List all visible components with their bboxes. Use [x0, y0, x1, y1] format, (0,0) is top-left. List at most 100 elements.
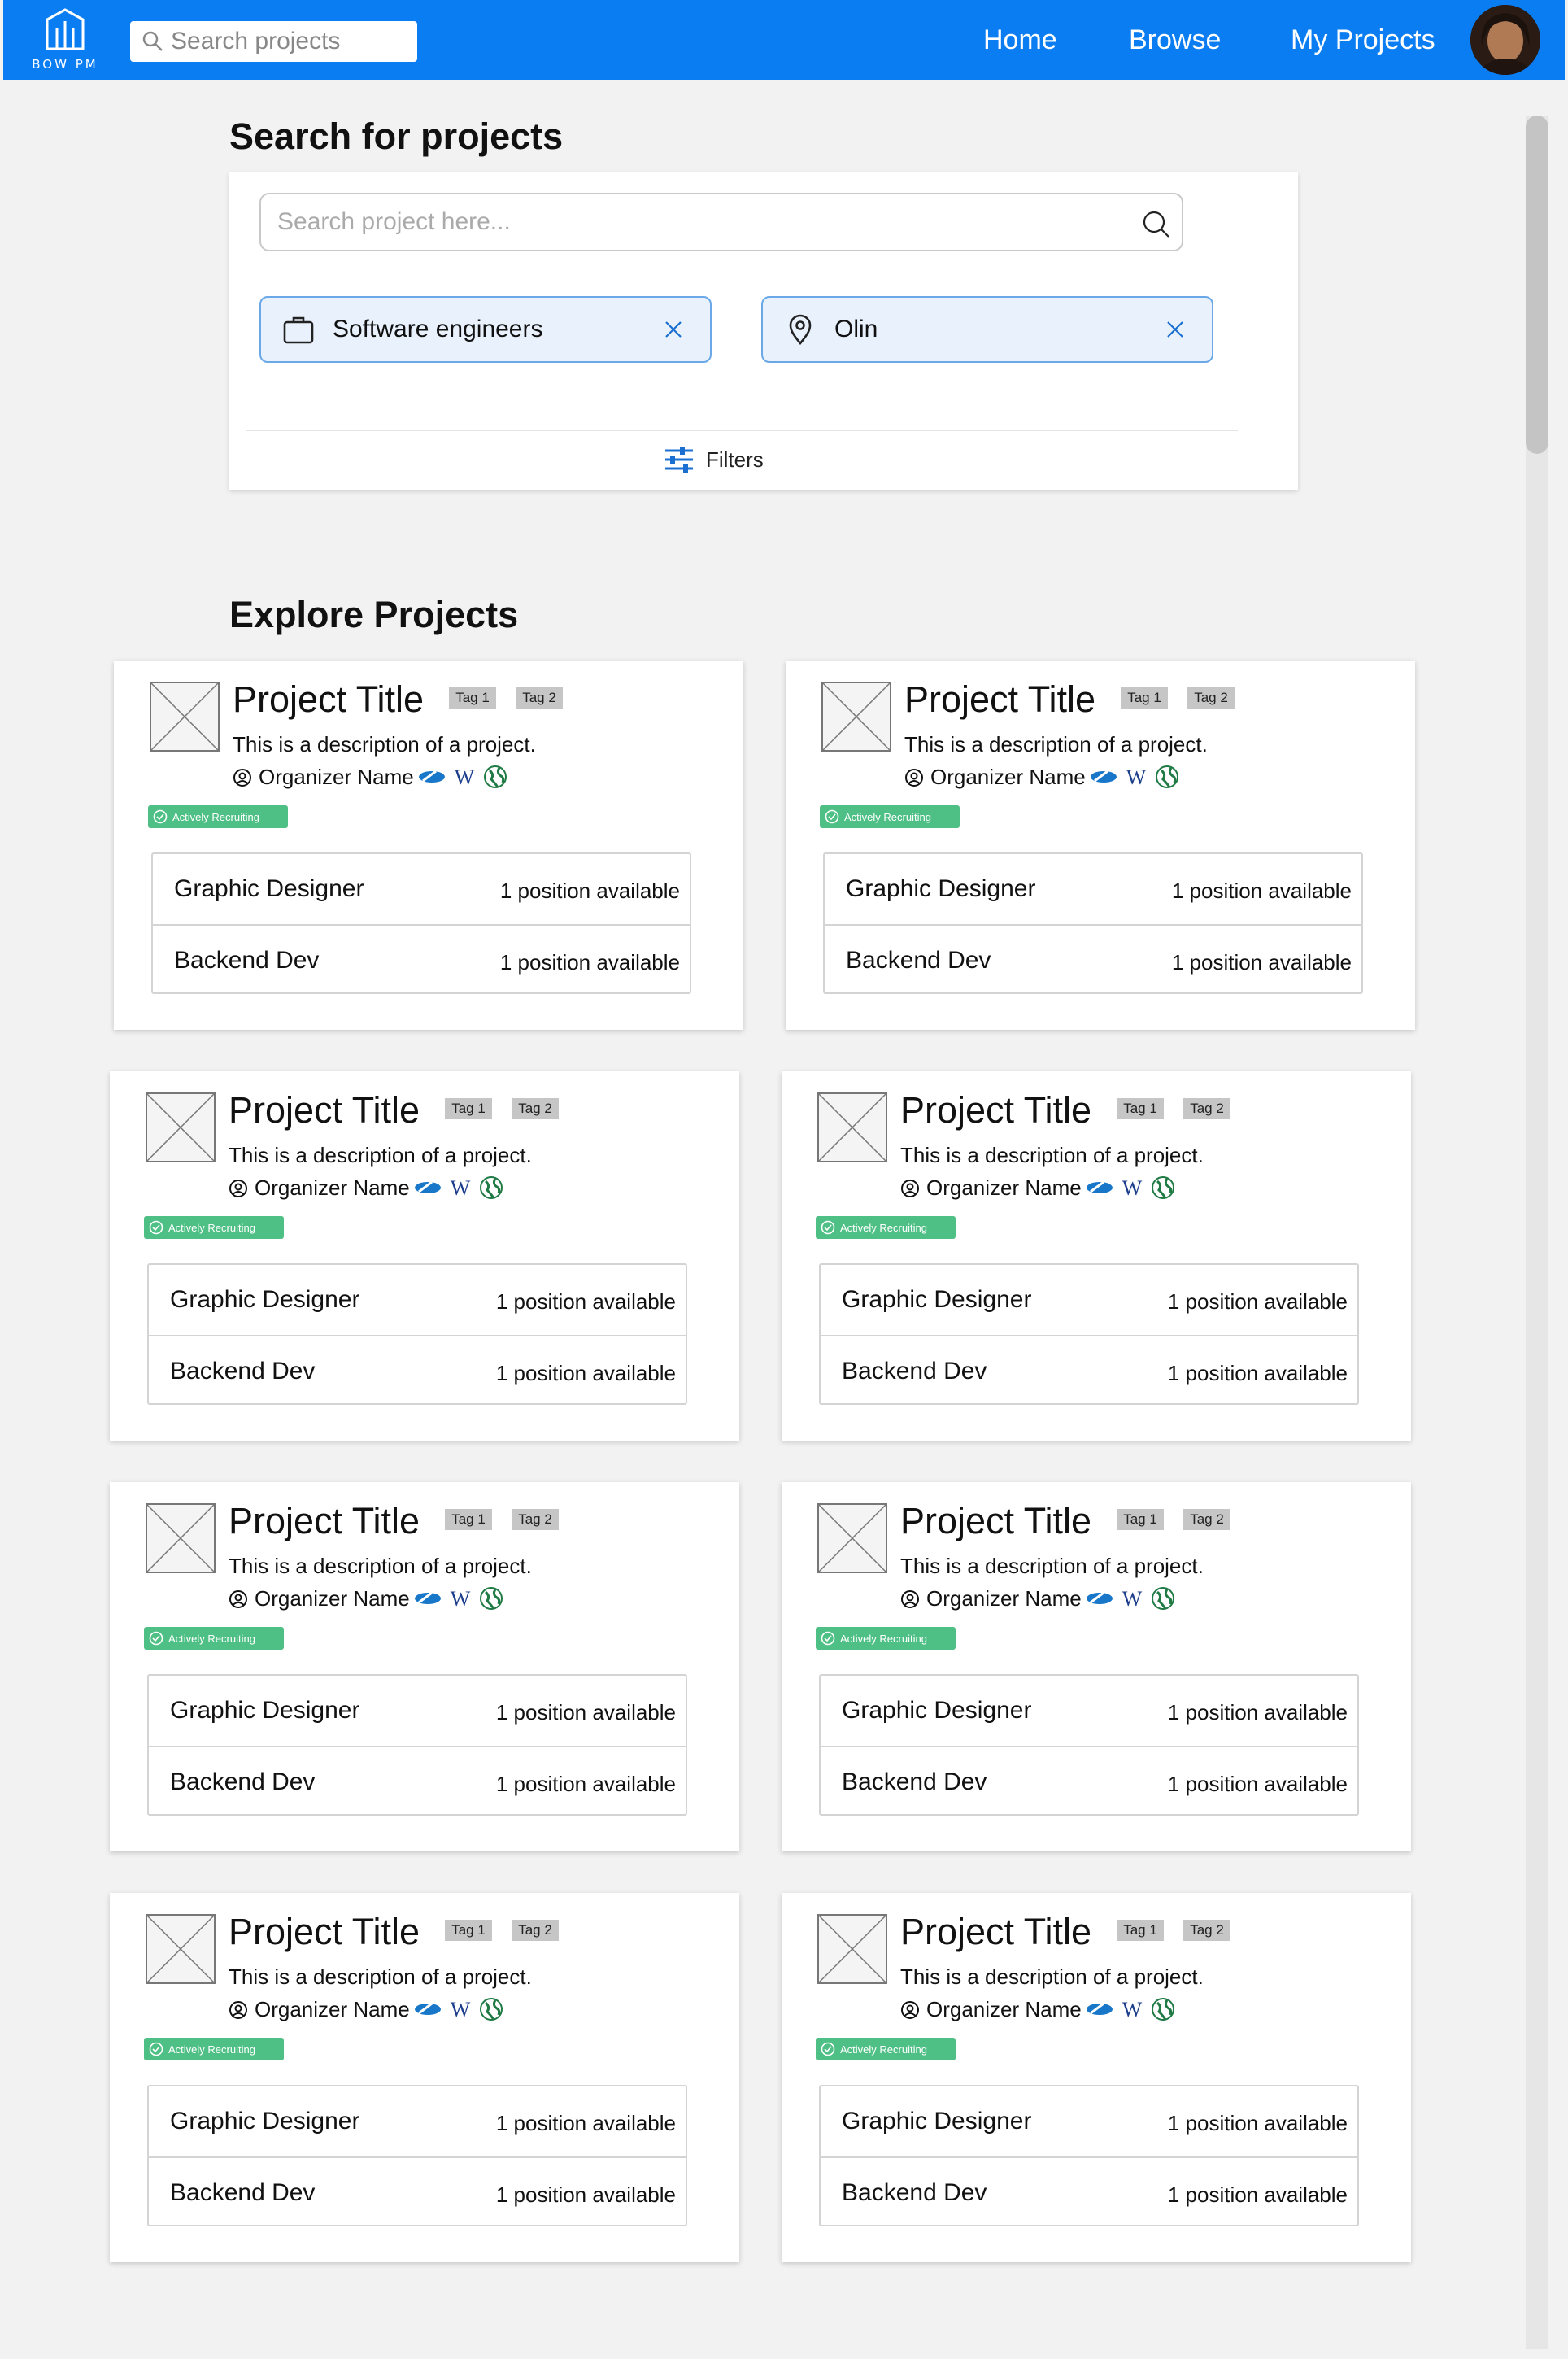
link-icon[interactable]: [1086, 1997, 1113, 2021]
project-title[interactable]: Project Title: [229, 1500, 420, 1542]
wikipedia-icon[interactable]: W: [1118, 1175, 1146, 1200]
organizer[interactable]: Organizer Name: [229, 1997, 410, 2022]
organizer[interactable]: Organizer Name: [900, 1586, 1082, 1611]
project-card[interactable]: Project Title Tag 1 Tag 2 This is a desc…: [110, 1071, 739, 1441]
project-search-input[interactable]: Search project here...: [259, 193, 1183, 251]
link-icon[interactable]: [1090, 765, 1117, 789]
close-icon[interactable]: [663, 319, 684, 340]
image-placeholder-icon: [818, 1915, 886, 1983]
position-row[interactable]: Backend Dev 1 position available: [149, 1746, 686, 1816]
position-availability: 1 position available: [1167, 1361, 1348, 1385]
project-title[interactable]: Project Title: [904, 678, 1095, 721]
tag[interactable]: Tag 1: [1117, 1509, 1164, 1530]
project-card[interactable]: Project Title Tag 1 Tag 2 This is a desc…: [782, 1893, 1411, 2262]
organizer[interactable]: Organizer Name: [900, 1997, 1082, 2022]
link-icon[interactable]: [1086, 1586, 1113, 1611]
avatar[interactable]: [1470, 5, 1540, 75]
link-icon[interactable]: [1086, 1175, 1113, 1200]
position-row[interactable]: Backend Dev 1 position available: [821, 1746, 1357, 1816]
tag[interactable]: Tag 2: [1183, 1920, 1230, 1941]
tag[interactable]: Tag 1: [1117, 1098, 1164, 1119]
wikipedia-icon[interactable]: W: [446, 1997, 474, 2021]
organizer[interactable]: Organizer Name: [229, 1586, 410, 1611]
tag[interactable]: Tag 2: [512, 1920, 559, 1941]
tag[interactable]: Tag 2: [1187, 687, 1235, 709]
top-search-input[interactable]: Search projects: [130, 21, 417, 62]
position-row[interactable]: Graphic Designer 1 position available: [153, 854, 690, 924]
tag[interactable]: Tag 1: [445, 1098, 492, 1119]
positions-list: Graphic Designer 1 position available Ba…: [819, 1674, 1359, 1816]
nav-my-projects[interactable]: My Projects: [1291, 24, 1435, 56]
organizer[interactable]: Organizer Name: [229, 1175, 410, 1201]
globe-icon[interactable]: [1149, 1586, 1177, 1611]
svg-text:W: W: [1122, 1998, 1143, 2021]
search-icon[interactable]: [1139, 207, 1172, 240]
globe-icon[interactable]: [477, 1997, 505, 2021]
project-title[interactable]: Project Title: [233, 678, 424, 721]
organizer[interactable]: Organizer Name: [904, 765, 1086, 790]
project-title[interactable]: Project Title: [900, 1911, 1091, 1953]
project-card[interactable]: Project Title Tag 1 Tag 2 This is a desc…: [782, 1482, 1411, 1851]
scrollbar-thumb[interactable]: [1526, 116, 1548, 454]
position-row[interactable]: Graphic Designer 1 position available: [821, 2086, 1357, 2156]
link-icon[interactable]: [414, 1997, 442, 2021]
organizer[interactable]: Organizer Name: [900, 1175, 1082, 1201]
position-row[interactable]: Graphic Designer 1 position available: [149, 1265, 686, 1335]
project-card[interactable]: Project Title Tag 1 Tag 2 This is a desc…: [782, 1071, 1411, 1441]
link-icon[interactable]: [414, 1586, 442, 1611]
position-row[interactable]: Backend Dev 1 position available: [149, 1335, 686, 1405]
tag[interactable]: Tag 1: [445, 1920, 492, 1941]
position-role: Graphic Designer: [170, 2108, 360, 2134]
wikipedia-icon[interactable]: W: [1118, 1586, 1146, 1611]
tag[interactable]: Tag 1: [445, 1509, 492, 1530]
globe-icon[interactable]: [1149, 1997, 1177, 2021]
close-icon[interactable]: [1165, 319, 1186, 340]
project-title[interactable]: Project Title: [900, 1089, 1091, 1132]
nav-home[interactable]: Home: [983, 24, 1057, 56]
tag[interactable]: Tag 1: [449, 687, 496, 709]
link-icon[interactable]: [418, 765, 446, 789]
position-row[interactable]: Backend Dev 1 position available: [821, 1335, 1357, 1405]
link-icon[interactable]: [414, 1175, 442, 1200]
project-card[interactable]: Project Title Tag 1 Tag 2 This is a desc…: [110, 1482, 739, 1851]
tag[interactable]: Tag 2: [512, 1509, 559, 1530]
nav-browse[interactable]: Browse: [1129, 24, 1221, 56]
search-heading: Search for projects: [229, 116, 564, 157]
status-label: Actively Recruiting: [168, 1632, 255, 1645]
position-row[interactable]: Backend Dev 1 position available: [821, 2156, 1357, 2226]
globe-icon[interactable]: [477, 1586, 505, 1611]
project-card[interactable]: Project Title Tag 1 Tag 2 This is a desc…: [786, 661, 1415, 1030]
tag[interactable]: Tag 2: [516, 687, 563, 709]
tag[interactable]: Tag 2: [1183, 1509, 1230, 1530]
wikipedia-icon[interactable]: W: [1118, 1997, 1146, 2021]
position-row[interactable]: Graphic Designer 1 position available: [825, 854, 1361, 924]
globe-icon[interactable]: [1149, 1175, 1177, 1200]
organizer-name: Organizer Name: [255, 1175, 410, 1200]
position-row[interactable]: Backend Dev 1 position available: [149, 2156, 686, 2226]
wikipedia-icon[interactable]: W: [1122, 765, 1150, 789]
project-title[interactable]: Project Title: [229, 1089, 420, 1132]
tag[interactable]: Tag 1: [1117, 1920, 1164, 1941]
project-title[interactable]: Project Title: [900, 1500, 1091, 1542]
position-row[interactable]: Graphic Designer 1 position available: [821, 1676, 1357, 1746]
globe-icon[interactable]: [481, 765, 509, 789]
project-card[interactable]: Project Title Tag 1 Tag 2 This is a desc…: [114, 661, 743, 1030]
project-card[interactable]: Project Title Tag 1 Tag 2 This is a desc…: [110, 1893, 739, 2262]
wikipedia-icon[interactable]: W: [451, 765, 478, 789]
position-row[interactable]: Graphic Designer 1 position available: [821, 1265, 1357, 1335]
position-row[interactable]: Graphic Designer 1 position available: [149, 1676, 686, 1746]
position-row[interactable]: Graphic Designer 1 position available: [149, 2086, 686, 2156]
tag[interactable]: Tag 2: [1183, 1098, 1230, 1119]
logo[interactable]: BOW PM: [28, 7, 102, 75]
globe-icon[interactable]: [477, 1175, 505, 1200]
organizer[interactable]: Organizer Name: [233, 765, 414, 790]
wikipedia-icon[interactable]: W: [446, 1175, 474, 1200]
project-title[interactable]: Project Title: [229, 1911, 420, 1953]
position-row[interactable]: Backend Dev 1 position available: [153, 924, 690, 994]
filters-button[interactable]: Filters: [664, 444, 764, 475]
tag[interactable]: Tag 1: [1121, 687, 1168, 709]
wikipedia-icon[interactable]: W: [446, 1586, 474, 1611]
globe-icon[interactable]: [1153, 765, 1181, 789]
position-row[interactable]: Backend Dev 1 position available: [825, 924, 1361, 994]
tag[interactable]: Tag 2: [512, 1098, 559, 1119]
